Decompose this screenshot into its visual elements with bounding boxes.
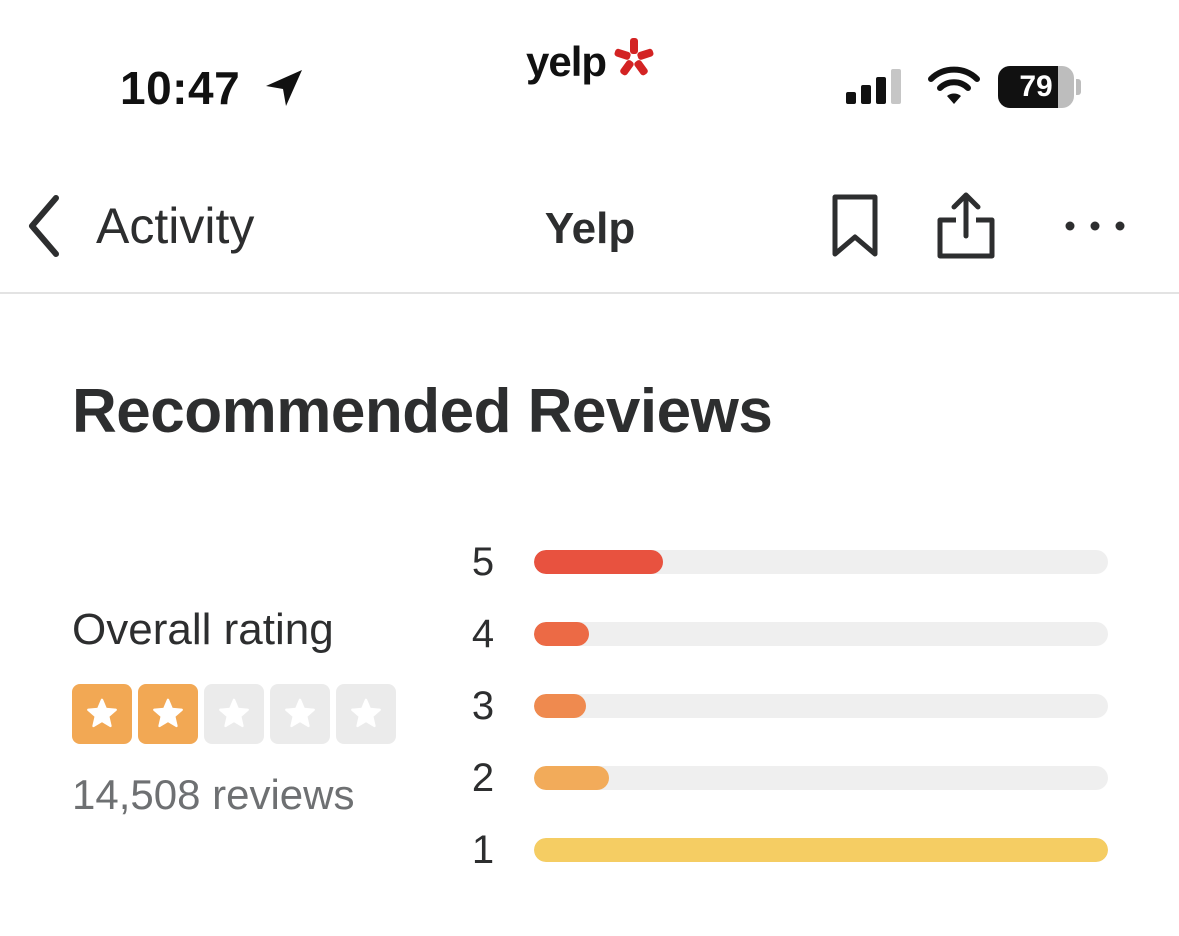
battery-level: 79 xyxy=(1019,70,1053,103)
star-rating xyxy=(72,684,396,744)
star-icon xyxy=(285,698,315,728)
rating-bar-label: 4 xyxy=(471,612,495,656)
rating-bar-label: 3 xyxy=(471,684,495,728)
rating-bar-label: 1 xyxy=(471,828,495,872)
rating-bar-fill xyxy=(534,694,586,718)
rating-bar-fill xyxy=(534,766,609,790)
star-5 xyxy=(336,684,396,744)
yelp-burst-icon xyxy=(614,38,654,76)
star-1 xyxy=(72,684,132,744)
location-arrow-icon xyxy=(266,70,302,106)
star-icon xyxy=(219,698,249,728)
review-count[interactable]: 14,508 reviews xyxy=(72,766,355,824)
star-icon xyxy=(153,698,183,728)
rating-bar-fill xyxy=(534,622,589,646)
bookmark-button[interactable] xyxy=(826,192,884,260)
more-options-button[interactable] xyxy=(1060,206,1130,246)
star-4 xyxy=(270,684,330,744)
rating-bar-label: 2 xyxy=(471,756,495,800)
chevron-left-icon xyxy=(29,195,59,257)
star-3 xyxy=(204,684,264,744)
rating-bar-track xyxy=(534,550,1108,574)
rating-bar-label: 5 xyxy=(471,540,495,584)
more-horizontal-icon xyxy=(1065,221,1125,231)
rating-bar-track xyxy=(534,694,1108,718)
rating-bar-row[interactable]: 5 xyxy=(460,532,1120,592)
overall-rating-label: Overall rating xyxy=(72,605,334,654)
rating-bar-row[interactable]: 2 xyxy=(460,748,1120,808)
page-title: Yelp xyxy=(544,204,636,253)
nav-divider xyxy=(0,292,1179,294)
rating-bar-track xyxy=(534,766,1108,790)
back-button[interactable]: Activity xyxy=(22,186,254,266)
share-icon xyxy=(937,192,995,259)
battery-indicator: 79 xyxy=(998,66,1082,108)
rating-bar-fill xyxy=(534,838,1108,862)
yelp-logo-text: yelp xyxy=(526,38,607,85)
wifi-icon xyxy=(928,66,980,104)
status-time: 10:47 xyxy=(120,62,241,114)
star-icon xyxy=(351,698,381,728)
battery-cap xyxy=(1076,79,1081,95)
rating-bar-fill xyxy=(534,550,664,574)
rating-bar-row[interactable]: 1 xyxy=(460,820,1120,880)
rating-bar-track xyxy=(534,622,1108,646)
rating-bar-row[interactable]: 4 xyxy=(460,604,1120,664)
share-button[interactable] xyxy=(932,190,1000,260)
back-label: Activity xyxy=(96,198,255,254)
section-title: Recommended Reviews xyxy=(72,377,773,446)
bookmark-icon xyxy=(832,194,878,257)
rating-bar-track xyxy=(534,838,1108,862)
rating-bar-row[interactable]: 3 xyxy=(460,676,1120,736)
yelp-logo: yelp xyxy=(526,34,658,90)
star-icon xyxy=(87,698,117,728)
cellular-signal-icon xyxy=(846,69,901,104)
battery-body: 79 xyxy=(998,66,1074,108)
star-2 xyxy=(138,684,198,744)
